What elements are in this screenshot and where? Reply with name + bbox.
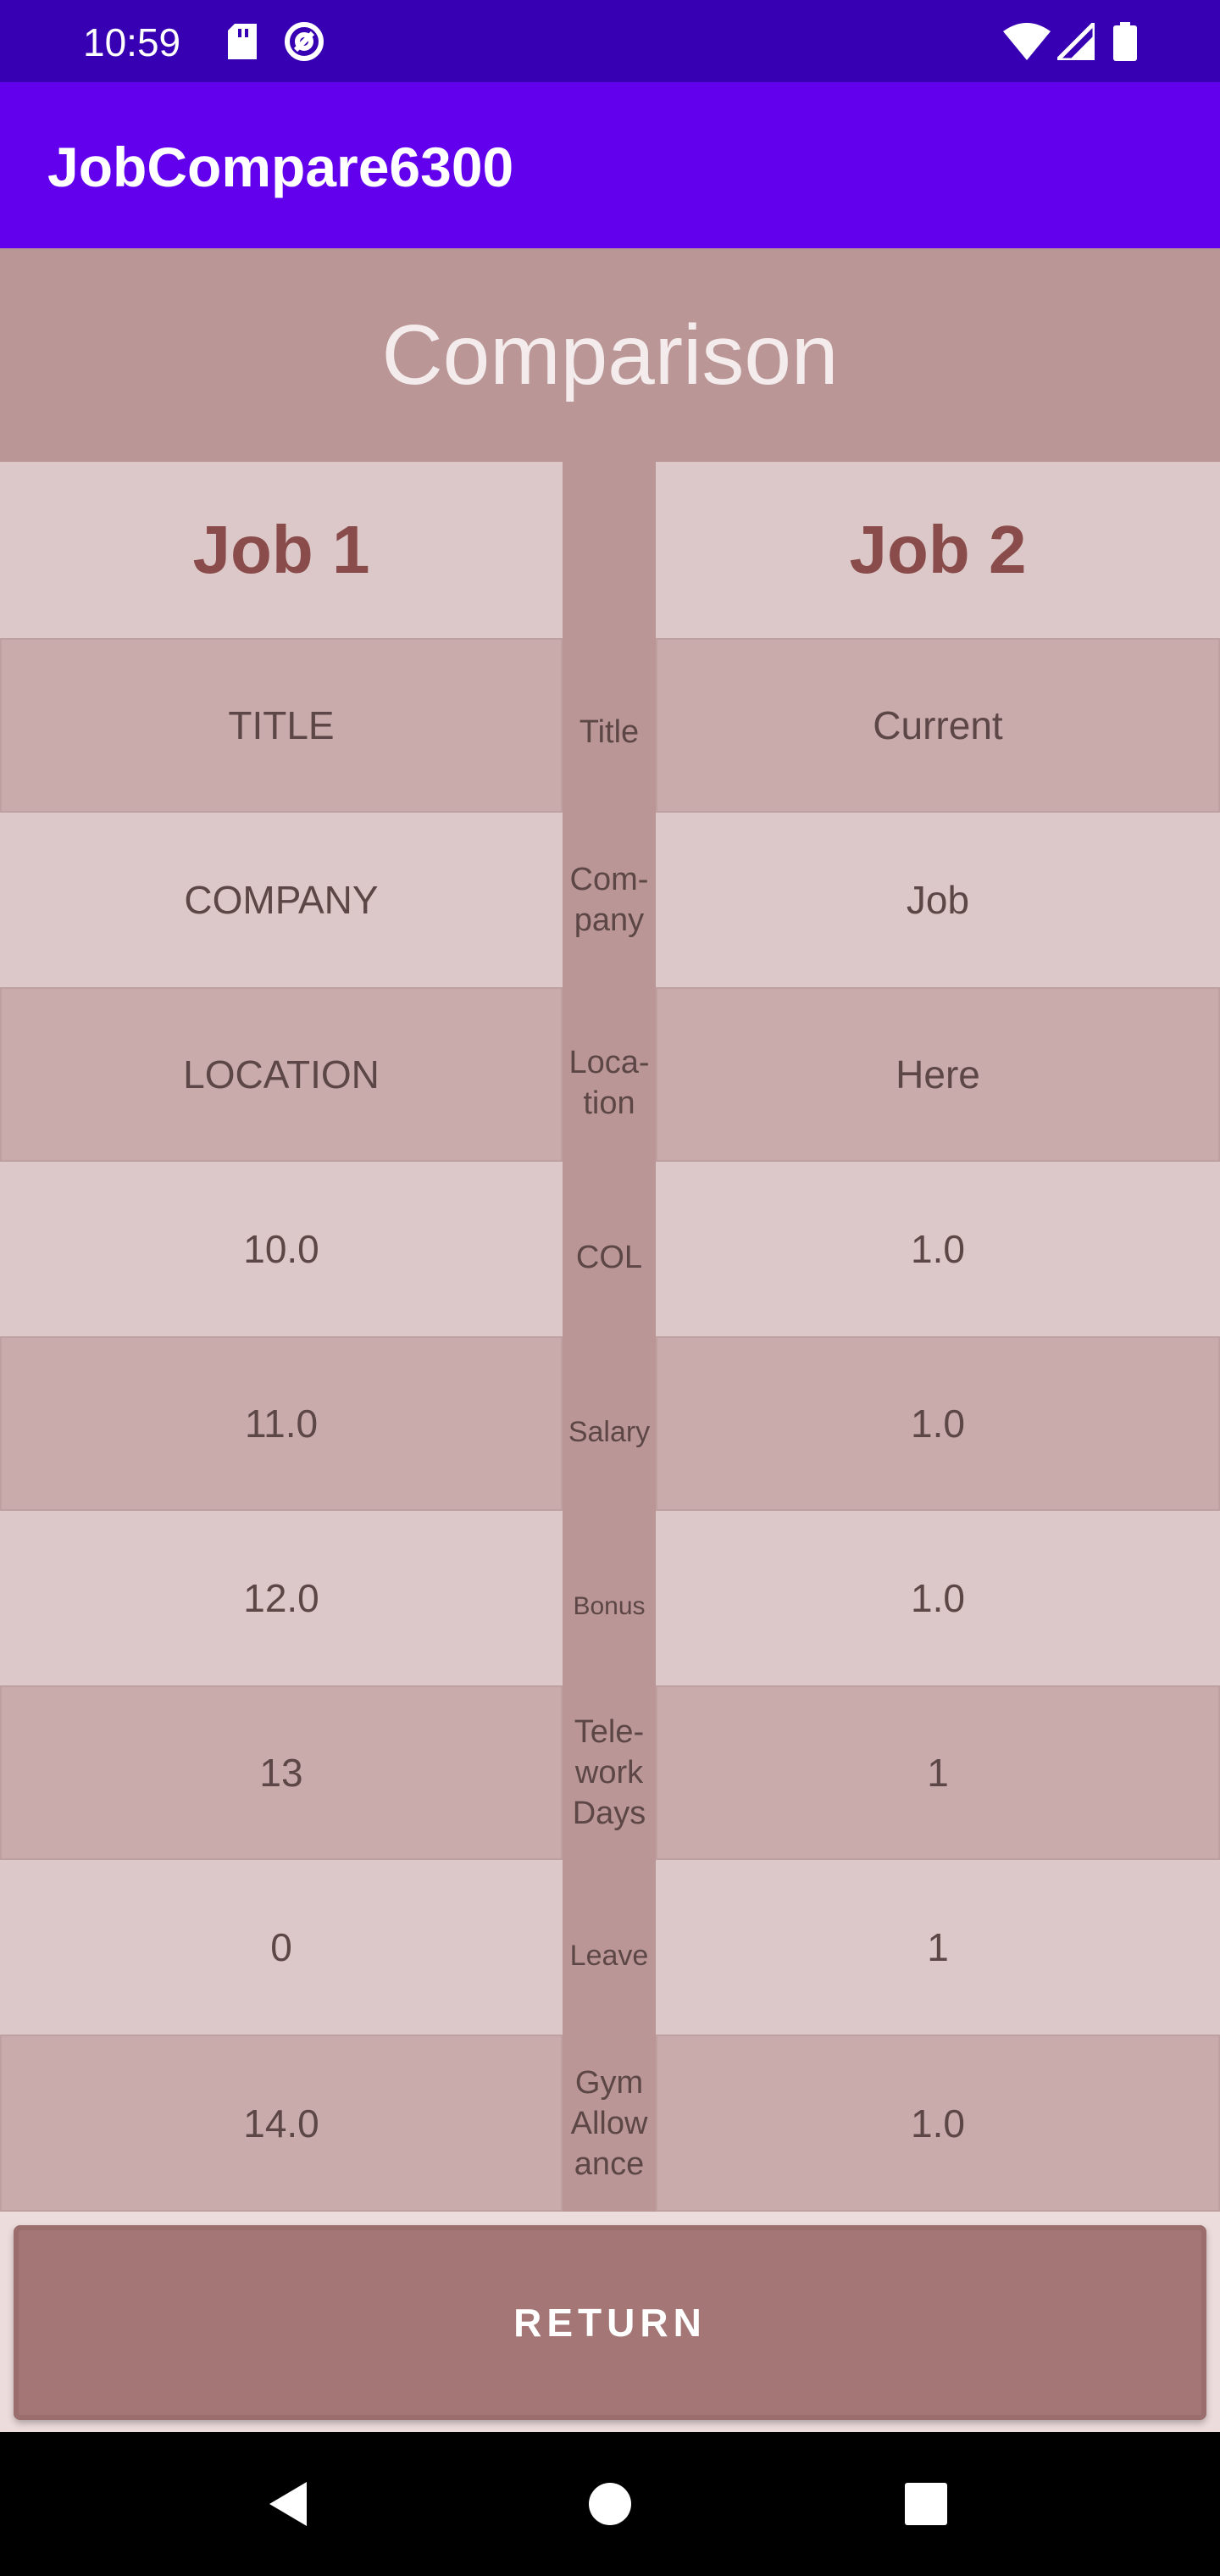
job2-location-value: Here [896, 1052, 980, 1096]
label-leave: Leave [563, 1860, 656, 2051]
job1-company-value: COMPANY [184, 878, 379, 922]
job2-gym-value: 1.0 [911, 2101, 965, 2146]
status-time: 10:59 [83, 20, 181, 64]
status-bar: 10:59 [0, 0, 1220, 82]
job1-salary-value: 11.0 [244, 1402, 319, 1446]
job1-title-value: TITLE [228, 703, 335, 747]
job2-telework-value: 1 [927, 1751, 949, 1795]
app-title: JobCompare6300 [47, 136, 514, 198]
job1-leave-value: 0 [270, 1925, 292, 1969]
job2-leave-value: 1 [927, 1925, 949, 1969]
label-company-text: Com- pany [569, 862, 649, 938]
job1-col-value: 10.0 [243, 1227, 319, 1271]
job1-leave-cell: 0 [0, 1860, 563, 2035]
label-telework-text: Tele- work Days [572, 1714, 646, 1831]
wifi-icon [1003, 20, 1051, 63]
label-telework: Tele- work Days [563, 1685, 656, 1860]
job2-header-label: Job 2 [849, 512, 1027, 587]
job2-telework-cell: 1 [656, 1685, 1220, 1860]
label-company: Com- pany [563, 813, 656, 987]
label-gym-text: Gym Allow ance [570, 2064, 648, 2182]
job2-salary-cell: 1.0 [656, 1336, 1220, 1511]
page-title: Comparison [381, 308, 839, 402]
job1-bonus-value: 12.0 [243, 1576, 319, 1620]
label-bonus-text: Bonus [573, 1592, 646, 1620]
label-col-text: COL [575, 1240, 643, 1275]
job1-column: Job 1 TITLE COMPANY LOCATION 10.0 11.0 1… [0, 462, 563, 2212]
job2-title-cell: Current [656, 638, 1220, 813]
comparison-banner: Comparison [0, 248, 1220, 462]
job1-gym-cell: 14.0 [0, 2035, 563, 2212]
label-col: COL [563, 1162, 656, 1353]
back-icon[interactable] [254, 2470, 322, 2538]
job2-bonus-value: 1.0 [911, 1576, 965, 1620]
job2-header: Job 2 [656, 462, 1220, 638]
label-location: Loca- tion [563, 987, 656, 1179]
label-salary-text: Salary [568, 1416, 651, 1448]
recents-icon[interactable] [892, 2470, 960, 2538]
home-icon[interactable] [576, 2470, 644, 2538]
job2-company-value: Job [906, 878, 970, 922]
job1-company-cell: COMPANY [0, 813, 563, 987]
system-nav-bar [0, 2432, 1220, 2576]
job2-bonus-cell: 1.0 [656, 1511, 1220, 1685]
return-button-label: RETURN [513, 2301, 707, 2345]
job2-location-cell: Here [656, 987, 1220, 1162]
job2-leave-cell: 1 [656, 1860, 1220, 2035]
job1-location-value: LOCATION [183, 1052, 380, 1096]
job2-col-cell: 1.0 [656, 1162, 1220, 1336]
job1-telework-value: 13 [259, 1751, 303, 1795]
job1-telework-cell: 13 [0, 1685, 563, 1860]
label-leave-text: Leave [569, 1940, 649, 1972]
job1-gym-value: 14.0 [243, 2101, 319, 2146]
job1-bonus-cell: 12.0 [0, 1511, 563, 1685]
label-location-text: Loca- tion [568, 1045, 650, 1121]
job1-title-cell: TITLE [0, 638, 563, 813]
job1-location-cell: LOCATION [0, 987, 563, 1162]
job1-salary-cell: 11.0 [0, 1336, 563, 1511]
return-button[interactable]: RETURN [14, 2225, 1206, 2420]
job1-header-label: Job 1 [192, 512, 370, 587]
job2-title-value: Current [873, 703, 1003, 747]
job2-company-cell: Job [656, 813, 1220, 987]
job2-salary-value: 1.0 [911, 1402, 965, 1446]
label-title: Title [563, 638, 656, 826]
job2-column: Job 2 Current Job Here 1.0 1.0 1.0 1 1 1… [656, 462, 1220, 2212]
job1-header: Job 1 [0, 462, 563, 638]
job2-col-value: 1.0 [911, 1227, 965, 1271]
at-sign-icon [283, 20, 325, 63]
job1-col-cell: 10.0 [0, 1162, 563, 1336]
job2-gym-cell: 1.0 [656, 2035, 1220, 2212]
battery-icon [1112, 20, 1139, 63]
label-title-text: Title [579, 714, 640, 750]
label-salary: Salary [563, 1336, 656, 1528]
label-gym: Gym Allow ance [563, 2035, 656, 2212]
sd-card-icon [225, 20, 259, 63]
label-bonus: Bonus [563, 1511, 656, 1702]
signal-icon [1057, 20, 1095, 63]
field-label-column: Title Com- pany Loca- tion COL Salary Bo… [563, 462, 656, 2212]
app-bar: JobCompare6300 [0, 82, 1220, 248]
